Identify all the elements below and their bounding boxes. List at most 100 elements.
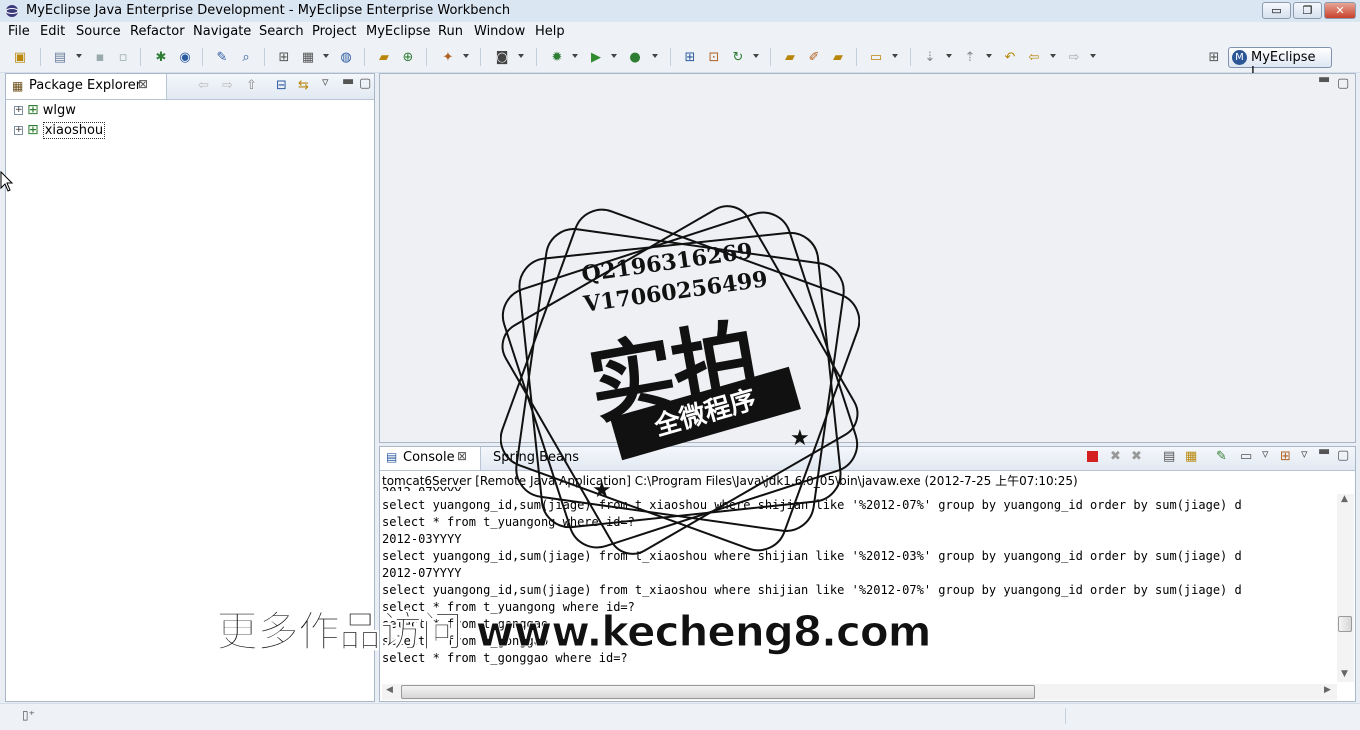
chevron-down-icon[interactable] [652, 54, 658, 58]
save-icon[interactable]: ▪ [92, 49, 108, 65]
scroll-lock-icon[interactable]: ▦ [1185, 449, 1197, 464]
menu-search[interactable]: Search [259, 24, 304, 39]
new-class-icon[interactable]: ⊡ [706, 49, 722, 65]
link-editor-icon[interactable]: ⇆ [298, 78, 309, 93]
collapse-all-icon[interactable]: ⊟ [276, 78, 287, 93]
print-icon[interactable]: ▫ [115, 49, 131, 65]
folder-icon[interactable]: ▰ [830, 49, 846, 65]
package-icon[interactable]: ▣ [12, 49, 28, 65]
chevron-down-icon[interactable]: ▿ [1301, 447, 1308, 462]
refresh-icon[interactable]: ↻ [730, 49, 746, 65]
maximize-view-icon[interactable]: ▢ [359, 76, 371, 91]
web-project-icon[interactable]: ▦ [300, 49, 316, 65]
tree-item-project[interactable]: + ⊞ wlgw [14, 101, 76, 119]
project-icon[interactable]: ▭ [868, 49, 884, 65]
chevron-down-icon[interactable] [753, 54, 759, 58]
hierarchy-icon[interactable]: ⊞ [276, 49, 292, 65]
scroll-left-icon[interactable]: ◀ [386, 685, 393, 695]
maximize-view-icon[interactable]: ▢ [1337, 448, 1349, 463]
menu-navigate[interactable]: Navigate [193, 24, 251, 39]
perspective-switcher[interactable]: M MyEclipse J... [1228, 47, 1332, 80]
open-type-icon[interactable]: ✎ [214, 49, 230, 65]
menu-myeclipse[interactable]: MyEclipse [366, 24, 431, 39]
open-perspective-icon[interactable]: ⊞ [1206, 49, 1222, 65]
stop-icon[interactable] [1087, 451, 1098, 462]
next-annotation-icon[interactable]: ⇣ [922, 49, 938, 65]
search-icon[interactable]: ⌕ [238, 49, 254, 65]
view-menu-icon[interactable]: ▿ [322, 75, 329, 90]
chevron-down-icon[interactable] [323, 54, 329, 58]
chevron-down-icon[interactable] [892, 54, 898, 58]
minimize-view-icon[interactable]: ▬ [1318, 72, 1330, 87]
scroll-down-icon[interactable]: ▼ [1341, 669, 1348, 679]
forward-icon[interactable]: ⇨ [222, 78, 233, 93]
open-project-icon[interactable]: ▰ [782, 49, 798, 65]
server-icon[interactable]: ◉ [177, 49, 193, 65]
external-tools-icon[interactable]: ● [627, 49, 643, 65]
scroll-up-icon[interactable]: ▲ [1341, 494, 1348, 504]
open-folder-icon[interactable]: ▰ [376, 49, 392, 65]
expand-icon[interactable]: + [14, 125, 23, 135]
menu-project[interactable]: Project [312, 24, 356, 39]
chevron-down-icon[interactable] [572, 54, 578, 58]
prev-annotation-icon[interactable]: ⇡ [962, 49, 978, 65]
screenshot-icon[interactable]: ◙ [494, 49, 510, 65]
chevron-down-icon[interactable] [1090, 54, 1096, 58]
chevron-down-icon[interactable] [611, 54, 617, 58]
clear-console-icon[interactable]: ▤ [1163, 449, 1175, 464]
deploy-icon[interactable]: ✱ [153, 49, 169, 65]
maximize-view-icon[interactable]: ▢ [1337, 76, 1349, 91]
new-icon[interactable]: ▤ [52, 49, 68, 65]
fast-view-icon[interactable]: ▯⁺ [22, 708, 35, 722]
restore-button[interactable]: ❐ [1293, 2, 1322, 19]
menu-window[interactable]: Window [474, 24, 525, 39]
menu-edit[interactable]: Edit [40, 24, 65, 39]
menu-file[interactable]: File [8, 24, 30, 39]
minimize-view-icon[interactable]: ▬ [1318, 444, 1330, 459]
chevron-down-icon[interactable]: ▿ [1262, 447, 1269, 462]
browser-icon[interactable]: ◍ [338, 49, 354, 65]
debug-icon[interactable]: ✹ [549, 49, 565, 65]
scrollbar-thumb[interactable] [1338, 616, 1352, 632]
display-console-icon[interactable]: ▭ [1240, 449, 1252, 464]
forward-icon[interactable]: ⇨ [1066, 49, 1082, 65]
back-icon[interactable]: ⇦ [1026, 49, 1042, 65]
menu-source[interactable]: Source [76, 24, 121, 39]
chevron-down-icon[interactable] [986, 54, 992, 58]
chevron-down-icon[interactable] [946, 54, 952, 58]
pin-console-icon[interactable]: ✎ [1216, 449, 1227, 464]
last-edit-icon[interactable]: ↶ [1002, 49, 1018, 65]
run-icon[interactable]: ▶ [588, 49, 604, 65]
minimize-view-icon[interactable]: ▬ [342, 74, 354, 89]
back-icon[interactable]: ⇦ [198, 78, 209, 93]
close-icon[interactable]: ⊠ [138, 77, 148, 91]
scrollbar-thumb[interactable] [401, 685, 1035, 699]
tab-package-explorer[interactable]: ▦ Package Explorer ⊠ [6, 74, 167, 99]
menu-refactor[interactable]: Refactor [130, 24, 185, 39]
chevron-down-icon[interactable] [518, 54, 524, 58]
chevron-down-icon[interactable] [463, 54, 469, 58]
open-console-icon[interactable]: ⊞ [1280, 449, 1291, 464]
menu-run[interactable]: Run [438, 24, 463, 39]
scroll-right-icon[interactable]: ▶ [1324, 685, 1331, 695]
remove-all-icon[interactable]: ✖ [1131, 449, 1142, 464]
task-icon[interactable]: ✦ [440, 49, 456, 65]
tools-icon[interactable]: ✐ [806, 49, 822, 65]
expand-icon[interactable]: + [14, 105, 23, 115]
remove-launch-icon[interactable]: ✖ [1110, 449, 1121, 464]
chevron-down-icon[interactable] [76, 54, 82, 58]
tab-console[interactable]: ▤ Console ⊠ [380, 447, 481, 470]
add-icon[interactable]: ⊕ [400, 49, 416, 65]
console-vertical-scrollbar[interactable]: ▲ ▼ [1337, 494, 1354, 682]
console-horizontal-scrollbar[interactable]: ◀ ▶ [382, 684, 1337, 700]
tab-spring-beans[interactable]: Spring Beans [493, 450, 579, 465]
up-icon[interactable]: ⇧ [246, 78, 257, 93]
chevron-down-icon[interactable] [1050, 54, 1056, 58]
new-package-icon[interactable]: ⊞ [682, 49, 698, 65]
tree-item-project[interactable]: + ⊞ xiaoshou [14, 121, 106, 139]
console-line: 2012-07YYYY [382, 485, 461, 491]
minimize-button[interactable]: ▭ [1262, 2, 1291, 19]
close-icon[interactable]: ⊠ [457, 449, 467, 463]
close-button[interactable]: ✕ [1324, 2, 1356, 19]
menu-help[interactable]: Help [535, 24, 565, 39]
